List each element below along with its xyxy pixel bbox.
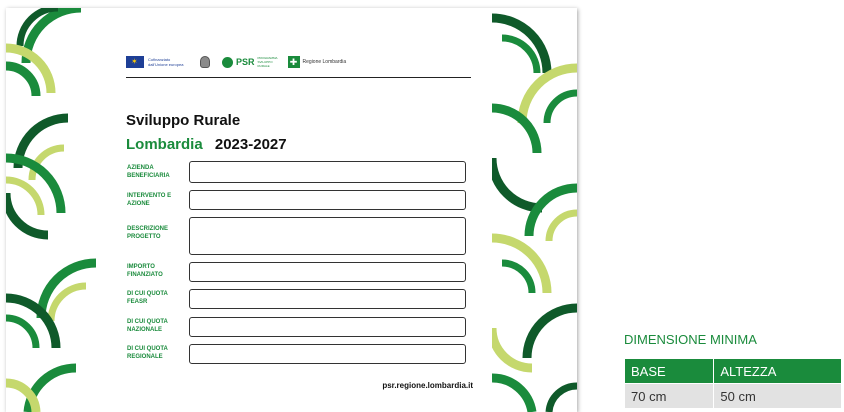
form-input-box [189, 289, 466, 309]
table-header-cell: ALTEZZA [713, 358, 842, 384]
psr-logo: PSR PROGRAMMA SVILUPPO RURALE [222, 56, 278, 68]
decorative-arcs-right [492, 13, 577, 412]
form-label: DI CUI QUOTA REGIONALE [127, 346, 168, 360]
psr-logo-subtext: PROGRAMMA SVILUPPO RURALE [257, 56, 278, 68]
form-label: DI CUI QUOTA NAZIONALE [127, 319, 168, 333]
table-row: 70 cm 50 cm [623, 383, 842, 409]
form-row: DI CUI QUOTA FEASR [127, 289, 472, 309]
lombardia-logo-text: Regione Lombardia [302, 59, 347, 65]
form-input-box [189, 161, 466, 183]
poster-subtitle: Lombardia 2023-2027 [126, 136, 287, 153]
poster-title-region: Lombardia [126, 136, 203, 153]
form-row: DI CUI QUOTA REGIONALE [127, 344, 472, 364]
form-label: DESCRIZIONE PROGETTO [127, 226, 169, 240]
form-input-box [189, 190, 466, 210]
table-cell: 50 cm [713, 383, 842, 409]
form-label: AZIENDA BENEFICIARIA [127, 165, 170, 179]
decorative-arcs-left [6, 8, 97, 412]
form-input-box [189, 317, 466, 337]
dimension-table: BASE ALTEZZA 70 cm 50 cm [623, 358, 842, 409]
form-row: INTERVENTO E AZIONE [127, 190, 472, 210]
dimension-title: DIMENSIONE MINIMA [624, 332, 757, 347]
form-row: DESCRIZIONE PROGETTO [127, 217, 472, 255]
eu-flag-icon [126, 56, 144, 68]
italian-republic-emblem-icon [200, 56, 210, 68]
eu-logo-text: Cofinanziato dall'Unione europea [148, 57, 184, 67]
lombardia-logo: ✚ Regione Lombardia [287, 56, 347, 68]
table-header-row: BASE ALTEZZA [623, 358, 842, 384]
footer-url: psr.regione.lombardia.it [382, 381, 473, 390]
psr-leaf-icon [222, 56, 233, 68]
logo-bar: Cofinanziato dall'Unione europea PSR PRO… [126, 51, 470, 73]
header-divider [126, 77, 471, 78]
lombardia-rose-icon: ✚ [287, 56, 300, 68]
form-input-box [189, 262, 466, 282]
form-label: DI CUI QUOTA FEASR [127, 291, 168, 305]
form-input-box [189, 344, 466, 364]
eu-logo: Cofinanziato dall'Unione europea [126, 56, 188, 68]
poster-title-years: 2023-2027 [214, 136, 287, 153]
form-label: IMPORTO FINANZIATO [127, 264, 163, 278]
form-input-box [189, 217, 466, 255]
form-row: AZIENDA BENEFICIARIA [127, 161, 472, 183]
poster-title: Sviluppo Rurale [126, 112, 241, 129]
form-label: INTERVENTO E AZIONE [127, 193, 172, 207]
table-cell: 70 cm [623, 383, 715, 409]
table-header-cell: BASE [623, 358, 715, 384]
form-row: DI CUI QUOTA NAZIONALE [127, 317, 472, 337]
poster-preview: Cofinanziato dall'Unione europea PSR PRO… [6, 8, 577, 412]
form-row: IMPORTO FINANZIATO [127, 262, 472, 282]
psr-logo-text: PSR [236, 57, 255, 67]
